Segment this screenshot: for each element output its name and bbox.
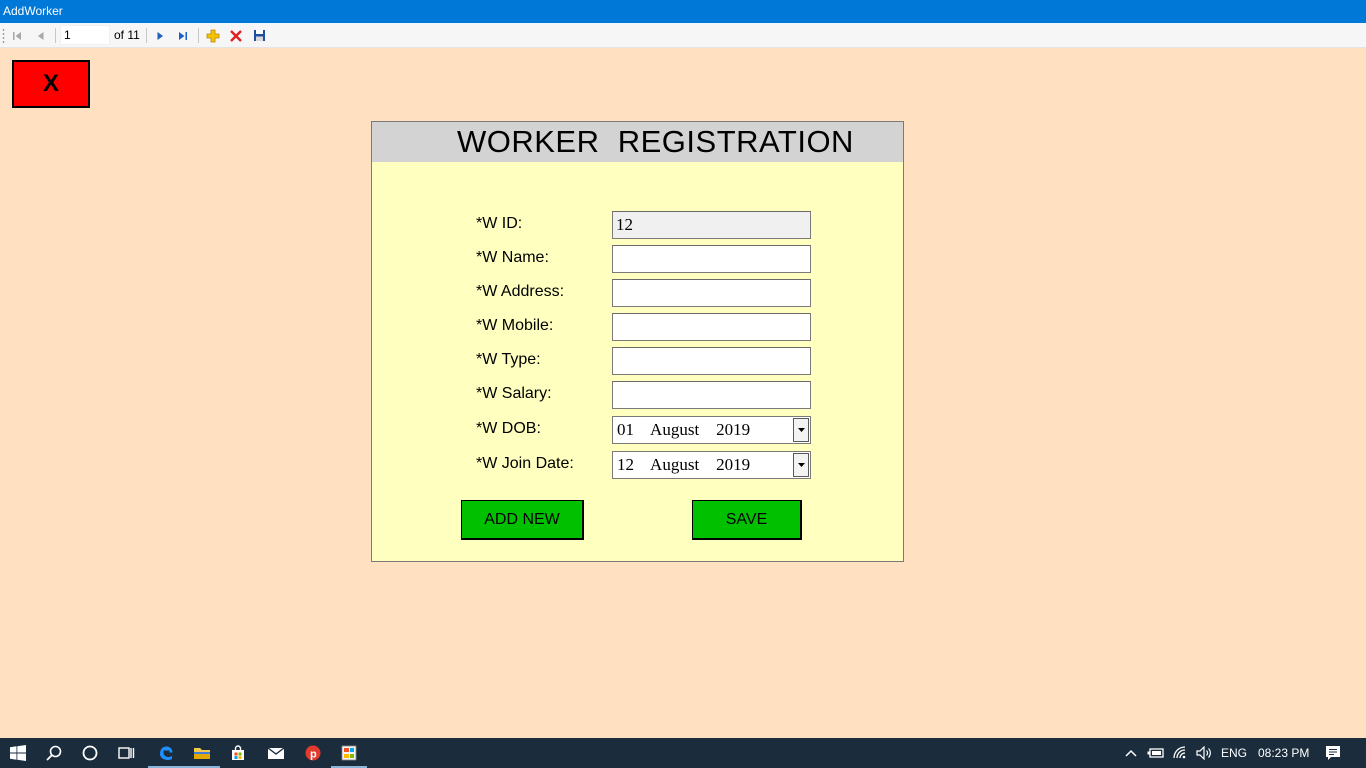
close-button-label: X bbox=[42, 70, 59, 97]
worker-id-label: *W ID: bbox=[476, 215, 523, 232]
worker-type-label: *W Type: bbox=[476, 351, 541, 368]
search-button[interactable] bbox=[36, 738, 72, 768]
mail-taskbar-button[interactable] bbox=[258, 738, 294, 768]
toolbar-separator bbox=[198, 28, 199, 43]
chevron-down-icon bbox=[797, 463, 805, 467]
close-button[interactable]: X bbox=[12, 60, 90, 108]
worker-name-field[interactable] bbox=[612, 245, 811, 273]
toolbar-separator bbox=[55, 28, 56, 43]
worker-salary-field[interactable] bbox=[612, 381, 811, 409]
toolbar-grip[interactable] bbox=[2, 28, 5, 43]
worker-registration-panel: WORKER REGISTRATION *W ID: *W Name: *W A… bbox=[371, 121, 904, 562]
action-center-button[interactable] bbox=[1316, 738, 1350, 768]
running-app-taskbar-button[interactable] bbox=[331, 738, 367, 768]
task-view-icon bbox=[118, 747, 135, 759]
chevron-down-icon bbox=[797, 428, 805, 432]
worker-mobile-field[interactable] bbox=[612, 313, 811, 341]
notification-icon bbox=[1326, 746, 1340, 760]
worker-type-field[interactable] bbox=[612, 347, 811, 375]
edge-taskbar-button[interactable] bbox=[148, 738, 184, 768]
worker-address-field[interactable] bbox=[612, 279, 811, 307]
windows-taskbar: p ENG 08:23 PM bbox=[0, 738, 1366, 768]
join-date-dropdown-button[interactable] bbox=[793, 453, 809, 477]
worker-salary-label: *W Salary: bbox=[476, 385, 552, 402]
page-title: WORKER REGISTRATION bbox=[457, 124, 854, 159]
move-next-icon bbox=[157, 31, 163, 40]
start-button[interactable] bbox=[0, 738, 36, 768]
speaker-icon bbox=[1196, 746, 1211, 760]
volume-tray-button[interactable] bbox=[1192, 738, 1216, 768]
vpn-app-taskbar-button[interactable]: p bbox=[295, 738, 331, 768]
move-last-button[interactable] bbox=[173, 26, 193, 45]
position-input[interactable] bbox=[60, 25, 110, 45]
worker-id-field[interactable] bbox=[612, 211, 811, 239]
search-icon bbox=[46, 745, 62, 761]
mail-envelope-icon bbox=[267, 747, 285, 759]
move-next-button[interactable] bbox=[150, 26, 170, 45]
dob-dropdown-button[interactable] bbox=[793, 418, 809, 442]
chevron-up-icon bbox=[1125, 749, 1137, 757]
file-explorer-taskbar-button[interactable] bbox=[184, 738, 220, 768]
add-plus-icon bbox=[206, 29, 220, 42]
move-first-button[interactable] bbox=[7, 26, 27, 45]
battery-tray-button[interactable] bbox=[1144, 738, 1168, 768]
save-disk-icon bbox=[253, 30, 265, 41]
add-new-button[interactable]: ADD NEW bbox=[461, 500, 584, 540]
network-tray-button[interactable] bbox=[1168, 738, 1192, 768]
store-taskbar-button[interactable] bbox=[220, 738, 256, 768]
window-title-bar[interactable]: AddWorker bbox=[0, 0, 1366, 23]
input-language-indicator[interactable]: ENG bbox=[1221, 746, 1247, 760]
task-view-button[interactable] bbox=[108, 738, 144, 768]
binding-navigator-toolbar: of 11 bbox=[0, 23, 1366, 48]
save-toolbar-button[interactable] bbox=[249, 26, 269, 45]
add-new-button-label: ADD NEW bbox=[484, 510, 560, 528]
worker-address-label: *W Address: bbox=[476, 283, 565, 300]
edge-browser-icon bbox=[160, 746, 173, 760]
show-hidden-icons-button[interactable] bbox=[1118, 738, 1144, 768]
battery-icon bbox=[1147, 748, 1164, 758]
worker-mobile-label: *W Mobile: bbox=[476, 317, 554, 334]
move-last-icon bbox=[179, 31, 187, 40]
worker-dob-label: *W DOB: bbox=[476, 420, 541, 437]
delete-x-icon bbox=[230, 29, 242, 42]
panel-header: WORKER REGISTRATION bbox=[372, 122, 903, 162]
folder-icon bbox=[194, 748, 210, 759]
delete-toolbar-button[interactable] bbox=[226, 26, 246, 45]
cortana-button[interactable] bbox=[72, 738, 108, 768]
move-first-icon bbox=[13, 31, 21, 40]
worker-dob-picker[interactable]: 01 August 2019 bbox=[612, 416, 811, 444]
window-title: AddWorker bbox=[3, 4, 63, 18]
save-button-label: SAVE bbox=[725, 510, 768, 528]
record-count-label: of 11 bbox=[114, 28, 140, 42]
worker-join-date-label: *W Join Date: bbox=[476, 455, 574, 472]
worker-join-date-value: 12 August 2019 bbox=[617, 455, 751, 474]
svg-text:p: p bbox=[310, 749, 317, 761]
window-app-icon bbox=[341, 745, 357, 761]
store-bag-icon bbox=[232, 745, 244, 760]
windows-logo-icon bbox=[10, 745, 26, 761]
toolbar-separator bbox=[146, 28, 147, 43]
save-button[interactable]: SAVE bbox=[692, 500, 802, 540]
add-new-toolbar-button[interactable] bbox=[203, 26, 223, 45]
worker-dob-value: 01 August 2019 bbox=[617, 420, 751, 439]
clock[interactable]: 08:23 PM bbox=[1258, 746, 1309, 760]
move-previous-icon bbox=[38, 31, 44, 40]
move-previous-button[interactable] bbox=[31, 26, 51, 45]
wifi-icon bbox=[1173, 746, 1186, 759]
worker-join-date-picker[interactable]: 12 August 2019 bbox=[612, 451, 811, 479]
worker-name-label: *W Name: bbox=[476, 249, 549, 266]
cortana-circle-icon bbox=[82, 745, 98, 761]
p-app-icon: p bbox=[305, 745, 321, 761]
